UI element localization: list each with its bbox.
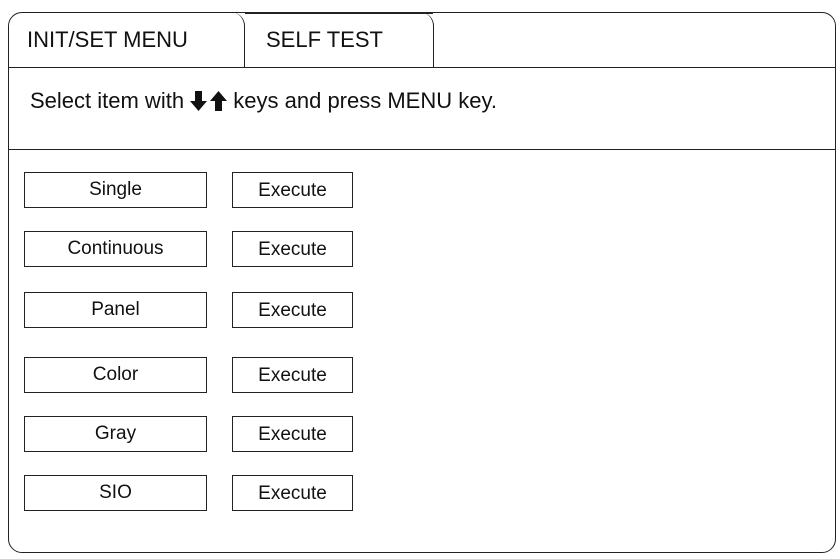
execute-button-color[interactable]: Execute [232, 357, 353, 393]
tab-self-test[interactable]: SELF TEST [245, 12, 434, 68]
instruction-text: Select item with keys and press MENU key… [30, 88, 497, 114]
tab-init-set-menu[interactable]: INIT/SET MENU [8, 12, 245, 68]
test-item-continuous[interactable]: Continuous [24, 231, 207, 267]
execute-button-gray[interactable]: Execute [232, 416, 353, 452]
test-item-panel[interactable]: Panel [24, 292, 207, 328]
divider [8, 149, 836, 150]
execute-button-continuous[interactable]: Execute [232, 231, 353, 267]
execute-button-sio[interactable]: Execute [232, 475, 353, 511]
test-item-sio[interactable]: SIO [24, 475, 207, 511]
divider [8, 67, 836, 68]
test-item-gray[interactable]: Gray [24, 416, 207, 452]
arrow-down-icon [190, 91, 208, 111]
instruction-suffix: keys and press MENU key. [227, 88, 497, 113]
test-item-color[interactable]: Color [24, 357, 207, 393]
test-item-single[interactable]: Single [24, 172, 207, 208]
instruction-prefix: Select item with [30, 88, 191, 113]
execute-button-single[interactable]: Execute [232, 172, 353, 208]
execute-button-panel[interactable]: Execute [232, 292, 353, 328]
arrow-up-icon [210, 91, 228, 111]
